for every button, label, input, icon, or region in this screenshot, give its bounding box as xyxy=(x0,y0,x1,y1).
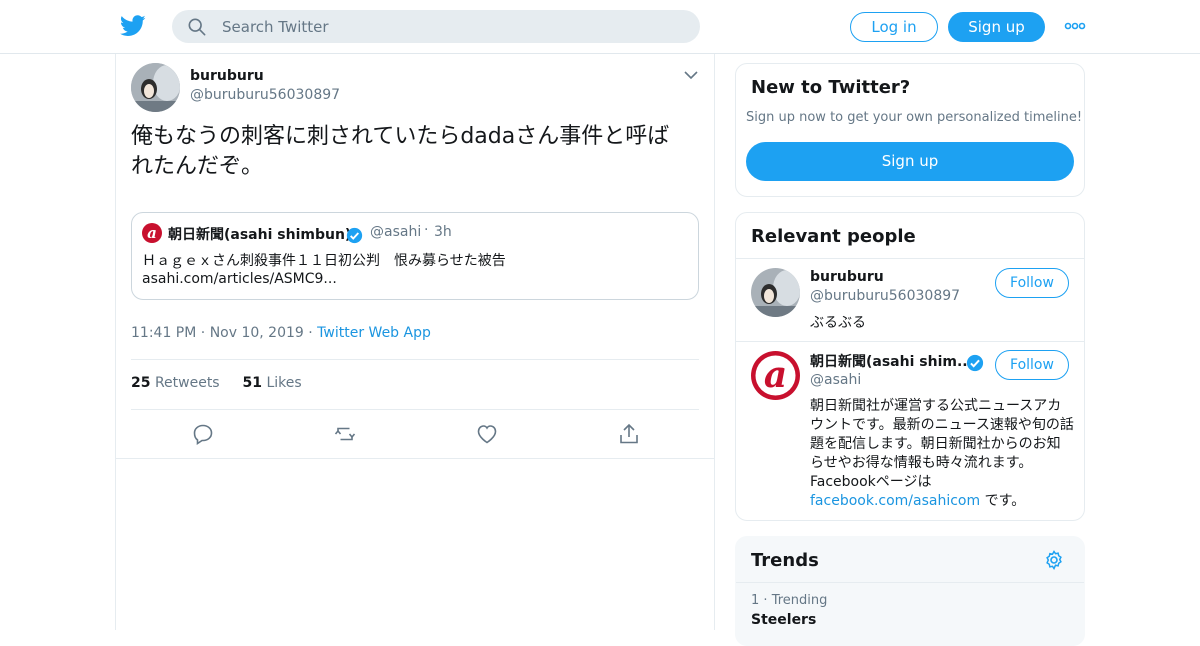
follow-button[interactable]: Follow xyxy=(995,268,1069,298)
person-avatar[interactable] xyxy=(751,268,800,317)
verified-badge-icon xyxy=(346,227,363,244)
relevant-people-card: Relevant people buruburu @buruburu560308… xyxy=(735,212,1085,521)
person-name[interactable]: 朝日新聞(asahi shim... xyxy=(810,351,973,371)
svg-text:a: a xyxy=(147,224,157,242)
search-placeholder: Search Twitter xyxy=(222,18,329,36)
signup-button-large[interactable]: Sign up xyxy=(746,142,1074,181)
asahi-logo-icon: a xyxy=(142,223,162,243)
meta-dot: · xyxy=(200,325,206,341)
search-input[interactable]: Search Twitter xyxy=(172,10,700,43)
quoted-tweet[interactable]: a 朝日新聞(asahi shimbun) @asahi · 3h Ｈａｇｅｘさ… xyxy=(131,212,699,300)
tweet-column: buruburu @buruburu56030897 俺もなうの刺客に刺されてい… xyxy=(115,54,715,630)
author-handle[interactable]: @buruburu56030897 xyxy=(190,87,340,103)
asahi-avatar-logo[interactable]: a xyxy=(751,351,800,400)
tweet-time[interactable]: 11:41 PM xyxy=(131,325,196,341)
tweet-text: 俺もなうの刺客に刺されていたらdadaさん事件と呼ばれたんだぞ。 xyxy=(131,124,670,179)
person-handle[interactable]: @buruburu56030897 xyxy=(810,288,960,304)
retweet-icon[interactable] xyxy=(333,422,357,446)
trends-title: Trends xyxy=(751,550,819,571)
author-avatar[interactable] xyxy=(131,63,180,112)
tweet-stats: 25 Retweets 51 Likes xyxy=(131,375,302,391)
quoted-link[interactable]: asahi.com/articles/ASMC9... xyxy=(142,271,337,287)
twitter-bird-logo-icon[interactable] xyxy=(120,14,146,38)
divider xyxy=(131,409,699,410)
meta-dot: · xyxy=(308,325,313,341)
retweets-stat[interactable]: 25 Retweets xyxy=(131,375,220,391)
divider xyxy=(131,359,699,360)
login-button[interactable]: Log in xyxy=(850,12,938,42)
quoted-author-handle: @asahi xyxy=(370,224,422,240)
divider xyxy=(116,458,714,459)
tweet-date[interactable]: Nov 10, 2019 xyxy=(210,325,304,341)
quoted-text: Ｈａｇｅｘさん刺殺事件１１日初公判 恨み募らせた被告 xyxy=(142,253,506,269)
person-bio: 朝日新聞社が運営する公式ニュースアカウントです。最新のニュース速報や旬の話題を配… xyxy=(810,398,1074,509)
relevant-people-title: Relevant people xyxy=(751,226,916,247)
likes-stat[interactable]: 51 Likes xyxy=(243,375,302,391)
person-item[interactable]: buruburu @buruburu56030897 ぶるぶる Follow xyxy=(736,258,1084,341)
person-name[interactable]: buruburu xyxy=(810,269,884,285)
top-bar: Search Twitter Log in Sign up xyxy=(0,0,1200,54)
person-item[interactable]: a 朝日新聞(asahi shim... @asahi Follow 朝日新聞社… xyxy=(736,341,1084,520)
more-options-icon[interactable] xyxy=(1064,18,1086,34)
avatar-photo xyxy=(131,63,180,112)
follow-button[interactable]: Follow xyxy=(995,350,1069,380)
author-name[interactable]: buruburu xyxy=(190,68,264,84)
new-to-twitter-card: New to Twitter? Sign up now to get your … xyxy=(735,63,1085,197)
bio-link[interactable]: facebook.com/asahicom xyxy=(810,493,980,509)
verified-badge-icon xyxy=(966,354,984,372)
quoted-separator: · xyxy=(424,222,429,238)
search-icon xyxy=(188,18,206,36)
new-to-twitter-title: New to Twitter? xyxy=(751,77,911,98)
new-to-twitter-subtitle: Sign up now to get your own personalized… xyxy=(746,110,1083,125)
tweet-source-link[interactable]: Twitter Web App xyxy=(317,325,431,341)
avatar-photo xyxy=(751,268,800,317)
share-icon[interactable] xyxy=(617,422,641,446)
reply-icon[interactable] xyxy=(191,422,215,446)
quoted-time: 3h xyxy=(434,224,452,240)
signup-button[interactable]: Sign up xyxy=(948,12,1045,42)
settings-gear-icon[interactable] xyxy=(1044,550,1064,570)
chevron-down-icon[interactable] xyxy=(684,70,698,80)
person-handle[interactable]: @asahi xyxy=(810,372,861,388)
divider xyxy=(736,582,1084,583)
svg-text:a: a xyxy=(764,354,787,396)
like-heart-icon[interactable] xyxy=(475,422,499,446)
person-bio: ぶるぶる xyxy=(810,315,866,331)
tweet-metadata: 11:41 PM · Nov 10, 2019 · Twitter Web Ap… xyxy=(131,325,431,341)
quoted-author-name: 朝日新聞(asahi shimbun) xyxy=(168,227,352,243)
trend-name[interactable]: Steelers xyxy=(751,612,827,628)
trend-item[interactable]: 1 · Trending Steelers xyxy=(751,593,827,628)
